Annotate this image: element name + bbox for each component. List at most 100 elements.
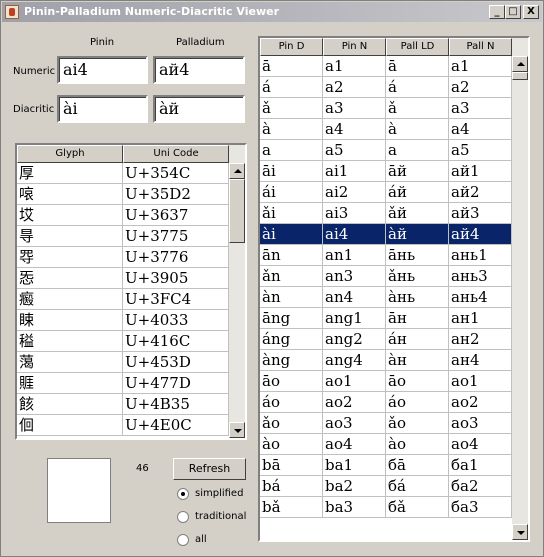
header-pall-n[interactable]: Pall N bbox=[449, 38, 512, 56]
table-row[interactable]: bǎ ba3 бǎ ба3 bbox=[260, 497, 512, 518]
pin-n-cell[interactable]: a2 bbox=[323, 77, 386, 98]
pin-d-cell[interactable]: ān bbox=[260, 245, 323, 266]
pin-d-cell[interactable]: à bbox=[260, 119, 323, 140]
pall-n-cell[interactable]: а2 bbox=[449, 77, 512, 98]
pin-n-cell[interactable]: a1 bbox=[323, 56, 386, 77]
table-row[interactable]: 㗒 U+35D2 bbox=[17, 184, 229, 205]
pall-ld-cell[interactable]: бǎ bbox=[386, 497, 449, 518]
table-row[interactable]: á a2 á а2 bbox=[260, 77, 512, 98]
table-row[interactable]: bá ba2 бá ба2 bbox=[260, 476, 512, 497]
pin-d-cell[interactable]: áng bbox=[260, 329, 323, 350]
unicode-cell[interactable]: U+354C bbox=[123, 163, 229, 184]
pin-n-cell[interactable]: ao1 bbox=[323, 371, 386, 392]
table-row[interactable]: āi ai1 āй ай1 bbox=[260, 161, 512, 182]
pall-n-cell[interactable]: ба2 bbox=[449, 476, 512, 497]
pall-n-cell[interactable]: ай4 bbox=[449, 224, 512, 245]
pall-ld-cell[interactable]: ǎо bbox=[386, 413, 449, 434]
glyph-cell[interactable]: 䔽 bbox=[17, 352, 123, 373]
pall-ld-cell[interactable]: āй bbox=[386, 161, 449, 182]
pall-n-cell[interactable]: а3 bbox=[449, 98, 512, 119]
pin-d-cell[interactable]: ài bbox=[260, 224, 323, 245]
pin-d-cell[interactable]: ā bbox=[260, 56, 323, 77]
unicode-cell[interactable]: U+453D bbox=[123, 352, 229, 373]
pall-ld-cell[interactable]: áн bbox=[386, 329, 449, 350]
table-row[interactable]: áo ao2 áо ао2 bbox=[260, 392, 512, 413]
pin-n-cell[interactable]: ba2 bbox=[323, 476, 386, 497]
pall-ld-cell[interactable]: àнь bbox=[386, 287, 449, 308]
pin-n-cell[interactable]: ba3 bbox=[323, 497, 386, 518]
pall-ld-cell[interactable]: āн bbox=[386, 308, 449, 329]
table-row[interactable]: ān an1 āнь ань1 bbox=[260, 245, 512, 266]
pin-d-cell[interactable]: ǎ bbox=[260, 98, 323, 119]
pin-n-cell[interactable]: an3 bbox=[323, 266, 386, 287]
pall-n-cell[interactable]: ао3 bbox=[449, 413, 512, 434]
glyph-cell[interactable]: 䀳 bbox=[17, 310, 123, 331]
pin-d-cell[interactable]: ǎo bbox=[260, 413, 323, 434]
pin-n-cell[interactable]: ang2 bbox=[323, 329, 386, 350]
table-row[interactable]: ǎn an3 ǎнь ань3 bbox=[260, 266, 512, 287]
pall-n-cell[interactable]: ао4 bbox=[449, 434, 512, 455]
scrollbar-thumb[interactable] bbox=[229, 179, 245, 243]
radio-indicator[interactable] bbox=[177, 534, 189, 546]
glyph-cell[interactable]: 佪 bbox=[17, 415, 123, 436]
table-row[interactable]: bā ba1 бā ба1 bbox=[260, 455, 512, 476]
table-row[interactable]: 䔽 U+453D bbox=[17, 352, 229, 373]
header-pin-n[interactable]: Pin N bbox=[323, 38, 386, 56]
glyph-cell[interactable]: 㗒 bbox=[17, 184, 123, 205]
pin-n-cell[interactable]: ang1 bbox=[323, 308, 386, 329]
pin-d-cell[interactable]: àng bbox=[260, 350, 323, 371]
pin-d-cell[interactable]: ào bbox=[260, 434, 323, 455]
unicode-cell[interactable]: U+4033 bbox=[123, 310, 229, 331]
pall-ld-cell[interactable]: ǎй bbox=[386, 203, 449, 224]
pall-n-cell[interactable]: ань4 bbox=[449, 287, 512, 308]
minimize-button[interactable]: _ bbox=[489, 5, 505, 19]
table-row[interactable]: ā a1 ā а1 bbox=[260, 56, 512, 77]
glyph-table[interactable]: Glyph Uni Code 厚 U+354C 㗒 U+35D2 㘷 U+3637 㝵 U+3… bbox=[15, 143, 247, 440]
table-row[interactable]: 㝵 U+3775 bbox=[17, 226, 229, 247]
table-row[interactable]: à a4 à а4 bbox=[260, 119, 512, 140]
pall-n-cell[interactable]: ан4 bbox=[449, 350, 512, 371]
glyph-cell[interactable]: 厚 bbox=[17, 163, 123, 184]
table-row[interactable]: 䬵 U+4B35 bbox=[17, 394, 229, 415]
unicode-cell[interactable]: U+3905 bbox=[123, 268, 229, 289]
scroll-up-arrow-icon[interactable] bbox=[229, 163, 245, 179]
unicode-cell[interactable]: U+4B35 bbox=[123, 394, 229, 415]
pin-n-cell[interactable]: ai2 bbox=[323, 182, 386, 203]
radio-indicator[interactable] bbox=[177, 511, 189, 523]
pin-d-cell[interactable]: á bbox=[260, 77, 323, 98]
pin-d-cell[interactable]: āo bbox=[260, 371, 323, 392]
table-row[interactable]: 㝶 U+3776 bbox=[17, 247, 229, 268]
pall-n-cell[interactable]: а5 bbox=[449, 140, 512, 161]
pin-d-cell[interactable]: a bbox=[260, 140, 323, 161]
pall-ld-cell[interactable]: āо bbox=[386, 371, 449, 392]
table-row[interactable]: 佪 U+4E0C bbox=[17, 415, 229, 436]
pall-n-cell[interactable]: ан2 bbox=[449, 329, 512, 350]
glyph-cell[interactable]: 㝶 bbox=[17, 247, 123, 268]
pall-n-cell[interactable]: ай2 bbox=[449, 182, 512, 203]
table-row[interactable]: ǎo ao3 ǎо ао3 bbox=[260, 413, 512, 434]
pin-n-cell[interactable]: ai4 bbox=[323, 224, 386, 245]
scrollbar-thumb[interactable] bbox=[512, 72, 528, 80]
pall-ld-cell[interactable]: ā bbox=[386, 56, 449, 77]
syllable-table-scrollbar[interactable] bbox=[512, 38, 528, 540]
pin-d-cell[interactable]: bǎ bbox=[260, 497, 323, 518]
scroll-down-arrow-icon[interactable] bbox=[229, 422, 245, 438]
pall-n-cell[interactable]: ао2 bbox=[449, 392, 512, 413]
header-pin-d[interactable]: Pin D bbox=[260, 38, 323, 56]
pall-n-cell[interactable]: ба3 bbox=[449, 497, 512, 518]
pall-ld-cell[interactable]: àо bbox=[386, 434, 449, 455]
pin-d-cell[interactable]: àn bbox=[260, 287, 323, 308]
syllable-table[interactable]: Pin D Pin N Pall LD Pall N ā a1 ā а1 á a2 á а2 ǎ… bbox=[258, 36, 530, 542]
scroll-up-arrow-icon[interactable] bbox=[512, 56, 528, 72]
pin-n-cell[interactable]: an1 bbox=[323, 245, 386, 266]
glyph-cell[interactable]: 㿄 bbox=[17, 289, 123, 310]
unicode-cell[interactable]: U+3637 bbox=[123, 205, 229, 226]
table-row[interactable]: ǎ a3 ǎ а3 bbox=[260, 98, 512, 119]
glyph-table-scrollbar[interactable] bbox=[229, 145, 245, 438]
pall-ld-cell[interactable]: áй bbox=[386, 182, 449, 203]
header-pall-ld[interactable]: Pall LD bbox=[386, 38, 449, 56]
diacritic-palladium-field[interactable]: àй bbox=[153, 95, 245, 123]
unicode-cell[interactable]: U+3775 bbox=[123, 226, 229, 247]
table-row[interactable]: áng ang2 áн ан2 bbox=[260, 329, 512, 350]
pin-d-cell[interactable]: bā bbox=[260, 455, 323, 476]
